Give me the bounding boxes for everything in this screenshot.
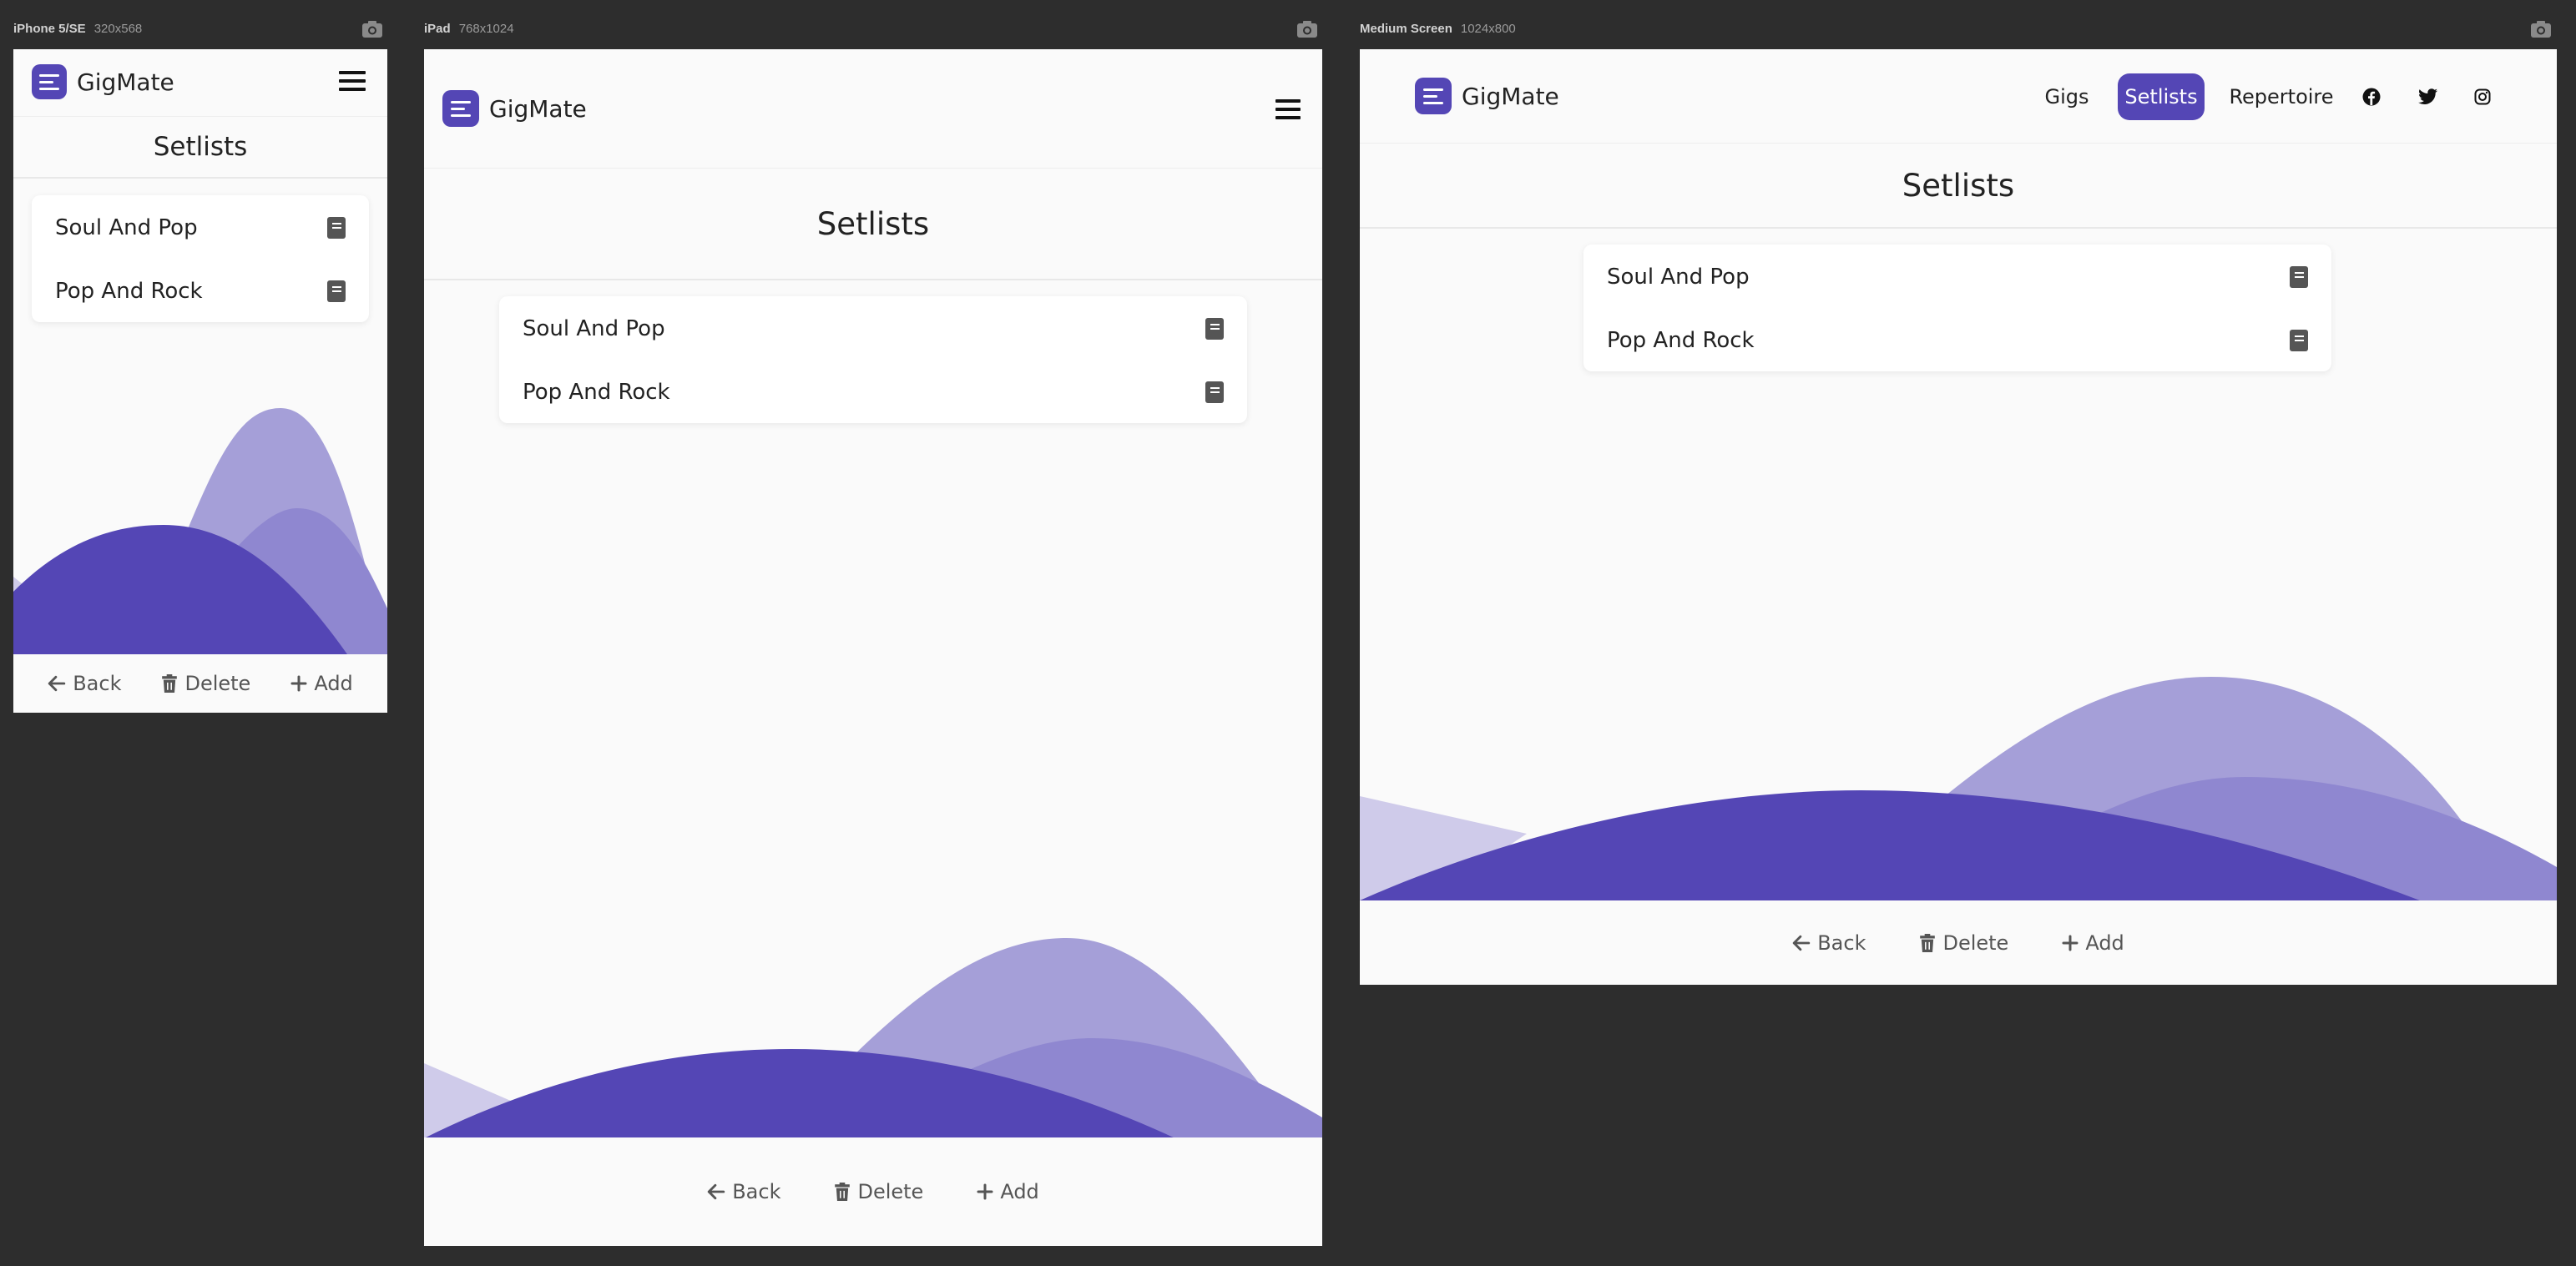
nav-setlists[interactable]: Setlists: [2118, 73, 2205, 120]
delete-button[interactable]: Delete: [161, 672, 250, 695]
viewport-name: iPhone 5/SE: [13, 22, 86, 36]
arrow-left-icon: [1792, 935, 1811, 951]
setlist-name: Soul And Pop: [1607, 265, 1750, 290]
viewport-size: 1024x800: [1460, 22, 1516, 36]
brand-name: GigMate: [77, 68, 174, 96]
action-footer: Back Delete Add: [424, 1137, 1322, 1246]
list-item[interactable]: Soul And Pop: [1583, 256, 2331, 298]
trash-icon: [835, 1183, 851, 1201]
page-title: Setlists: [153, 132, 248, 162]
delete-label: Delete: [1942, 931, 2009, 955]
brand-name: GigMate: [489, 94, 587, 123]
arrow-left-icon: [48, 675, 66, 692]
viewport-size: 768x1024: [458, 22, 514, 36]
ipad-frame: GigMate Setlists Soul And Pop Pop And Ro…: [424, 49, 1322, 1246]
add-button[interactable]: Add: [977, 1180, 1039, 1203]
page-title: Setlists: [1902, 167, 2015, 204]
delete-button[interactable]: Delete: [834, 1180, 923, 1203]
setlist-card: Soul And Pop Pop And Rock: [1583, 245, 2331, 371]
plus-icon: [290, 675, 307, 692]
delete-label: Delete: [184, 672, 251, 695]
back-label: Back: [732, 1180, 781, 1203]
book-icon[interactable]: [2290, 330, 2308, 351]
add-label: Add: [314, 672, 353, 695]
navbar: GigMate: [13, 49, 387, 116]
list-item[interactable]: Pop And Rock: [499, 371, 1247, 413]
camera-icon[interactable]: [1296, 20, 1318, 38]
camera-icon[interactable]: [2530, 20, 2552, 38]
action-footer: Back Delete Add: [1360, 900, 2557, 985]
book-icon[interactable]: [327, 280, 346, 302]
nav-repertoire[interactable]: Repertoire: [2223, 74, 2340, 119]
viewport-label-iphone: iPhone 5/SE 320x568: [13, 22, 142, 43]
trash-icon: [1920, 933, 1936, 952]
medium-screen-frame: GigMate Gigs Setlists Repertoire Setlist…: [1360, 49, 2557, 985]
back-button[interactable]: Back: [707, 1180, 780, 1203]
list-item[interactable]: Soul And Pop: [32, 207, 369, 249]
book-icon[interactable]: [1205, 318, 1224, 340]
brand[interactable]: GigMate: [442, 90, 587, 127]
book-icon[interactable]: [2290, 266, 2308, 288]
setlist-name: Soul And Pop: [523, 316, 665, 341]
iphone-frame: GigMate Setlists Soul And Pop Pop And Ro…: [13, 49, 387, 713]
logo-icon: [32, 64, 67, 99]
brand[interactable]: GigMate: [1415, 78, 1559, 114]
trash-icon: [162, 674, 178, 693]
delete-label: Delete: [857, 1180, 924, 1203]
setlist-card: Soul And Pop Pop And Rock: [32, 195, 369, 322]
page-title-bar: Setlists: [13, 116, 387, 179]
list-item[interactable]: Pop And Rock: [1583, 320, 2331, 361]
setlist-name: Pop And Rock: [1607, 328, 1755, 353]
page-title-bar: Setlists: [1360, 143, 2557, 229]
nav-gigs-label: Gigs: [2044, 85, 2089, 108]
navbar: GigMate Gigs Setlists Repertoire: [1360, 49, 2557, 144]
add-label: Add: [2085, 931, 2124, 955]
nav-setlists-label: Setlists: [2124, 85, 2198, 108]
twitter-icon[interactable]: [2418, 88, 2438, 105]
setlist-name: Pop And Rock: [55, 279, 203, 304]
back-button[interactable]: Back: [1792, 931, 1866, 955]
plus-icon: [2062, 935, 2078, 951]
back-button[interactable]: Back: [48, 672, 121, 695]
back-label: Back: [1817, 931, 1866, 955]
facebook-icon[interactable]: [2362, 88, 2381, 106]
setlist-name: Soul And Pop: [55, 215, 198, 240]
plus-icon: [977, 1183, 993, 1200]
back-label: Back: [73, 672, 122, 695]
arrow-left-icon: [707, 1183, 725, 1200]
decorative-waves: [424, 938, 1322, 1138]
viewport-name: Medium Screen: [1360, 22, 1452, 36]
setlist-card: Soul And Pop Pop And Rock: [499, 296, 1247, 423]
viewport-size: 320x568: [93, 22, 143, 36]
viewport-label-ipad: iPad 768x1024: [424, 22, 514, 43]
logo-icon: [442, 90, 479, 127]
add-button[interactable]: Add: [2062, 931, 2124, 955]
add-label: Add: [1000, 1180, 1039, 1203]
action-footer: Back Delete Add: [13, 654, 387, 713]
add-button[interactable]: Add: [290, 672, 353, 695]
camera-icon[interactable]: [361, 20, 383, 38]
logo-icon: [1415, 78, 1452, 114]
page-title: Setlists: [816, 205, 930, 242]
page-title-bar: Setlists: [424, 168, 1322, 280]
decorative-waves: [1360, 677, 2557, 900]
brand[interactable]: GigMate: [32, 64, 174, 99]
viewport-label-medium: Medium Screen 1024x800: [1360, 22, 1516, 43]
book-icon[interactable]: [1205, 381, 1224, 403]
viewport-name: iPad: [424, 22, 451, 36]
nav-repertoire-label: Repertoire: [2229, 85, 2334, 108]
list-item[interactable]: Pop And Rock: [32, 270, 369, 312]
decorative-waves: [13, 408, 387, 654]
instagram-icon[interactable]: [2474, 88, 2491, 105]
brand-name: GigMate: [1462, 82, 1559, 110]
setlist-name: Pop And Rock: [523, 380, 670, 405]
nav-gigs[interactable]: Gigs: [2038, 74, 2096, 119]
hamburger-icon[interactable]: [1275, 99, 1301, 119]
delete-button[interactable]: Delete: [1919, 931, 2008, 955]
book-icon[interactable]: [327, 217, 346, 239]
hamburger-icon[interactable]: [339, 71, 366, 91]
list-item[interactable]: Soul And Pop: [499, 308, 1247, 350]
navbar: GigMate: [424, 49, 1322, 169]
